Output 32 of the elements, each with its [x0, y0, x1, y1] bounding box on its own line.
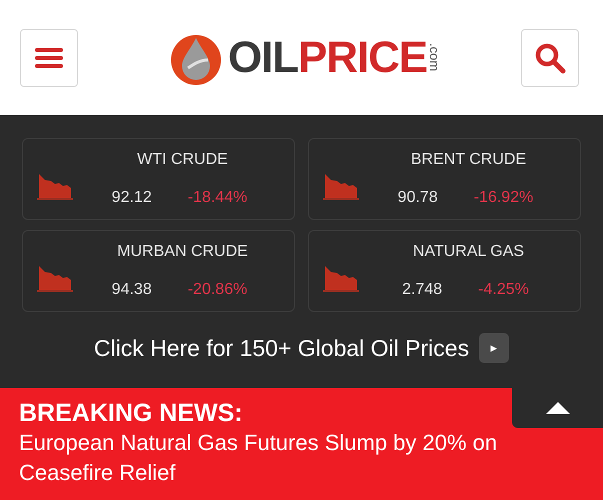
- price-change: -18.44%: [188, 188, 248, 208]
- area-chart-icon: [323, 264, 359, 292]
- menu-button[interactable]: [20, 28, 78, 86]
- menu-icon: [35, 46, 63, 68]
- price-value: 94.38: [112, 280, 152, 300]
- price-change: -20.86%: [188, 280, 248, 300]
- price-card[interactable]: NATURAL GAS 2.748 -4.25%: [308, 230, 581, 312]
- price-value: 2.748: [402, 280, 442, 300]
- price-card[interactable]: MURBAN CRUDE 94.38 -20.86%: [22, 230, 295, 312]
- price-change: -4.25%: [478, 280, 529, 300]
- commodity-name: NATURAL GAS: [412, 242, 524, 262]
- up-triangle-icon: [546, 402, 570, 414]
- area-chart-icon: [323, 172, 359, 200]
- logo-suffix: .com: [428, 43, 441, 72]
- global-prices-link[interactable]: Click Here for 150+ Global Oil Prices: [94, 330, 470, 366]
- price-change: -16.92%: [474, 188, 534, 208]
- search-icon: [534, 42, 566, 74]
- logo-text: OILPRICE: [228, 36, 427, 80]
- price-value: 92.12: [112, 188, 152, 208]
- commodity-name: WTI CRUDE: [137, 150, 228, 170]
- price-card[interactable]: WTI CRUDE 92.12 -18.44%: [22, 138, 295, 220]
- area-chart-icon: [37, 264, 73, 292]
- news-headline[interactable]: European Natural Gas Futures Slump by 20% on Ceasefire Relief: [19, 428, 559, 488]
- breaking-news-heading: BREAKING NEWS:: [19, 398, 243, 428]
- price-value: 90.78: [398, 188, 438, 208]
- commodity-name: MURBAN CRUDE: [117, 242, 248, 262]
- area-chart-icon: [37, 172, 73, 200]
- price-card[interactable]: BRENT CRUDE 90.78 -16.92%: [308, 138, 581, 220]
- commodity-name: BRENT CRUDE: [410, 150, 526, 170]
- search-button[interactable]: [520, 28, 579, 86]
- arrow-button[interactable]: ▸: [479, 333, 510, 363]
- back-to-top-button[interactable]: [512, 388, 603, 428]
